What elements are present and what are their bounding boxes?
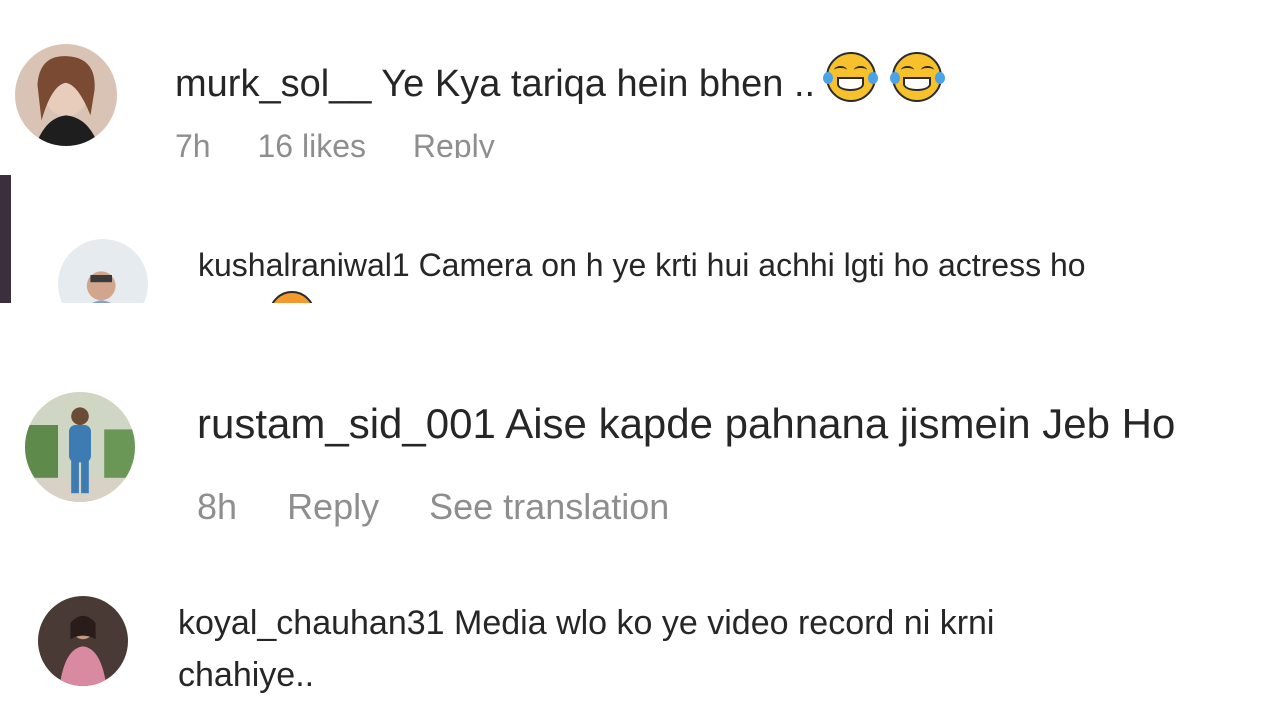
comment-text: Media wlo ko ye video record ni krni — [454, 604, 995, 642]
comment-koyal-chauhan: koyal_chauhan31 Media wlo ko ye video re… — [0, 590, 1280, 720]
comment-likes[interactable]: 16 likes — [257, 128, 366, 158]
comment-time: 7h — [175, 128, 211, 158]
comment-username[interactable]: rustam_sid_001 — [197, 400, 496, 447]
comments-collage: murk_sol__ Ye Kya tariqa hein bhen .. 7h… — [0, 0, 1280, 720]
tears-of-joy-icon — [823, 52, 879, 102]
see-translation-link[interactable]: See translation — [429, 486, 669, 528]
comment-kushalraniwal: kushalraniwal1 Camera on h ye krti hui a… — [11, 175, 1280, 303]
avatar[interactable] — [58, 239, 148, 303]
comment-text-continued: chahiye.. — [178, 656, 315, 694]
comment-line-1: koyal_chauhan31 Media wlo ko ye video re… — [178, 604, 994, 643]
comment-text: Ye Kya tariqa hein bhen .. — [381, 63, 816, 105]
comment-line-2: chahiye.. — [178, 656, 314, 695]
comment-rustam-sid: rustam_sid_001 Aise kapde pahnana jismei… — [0, 380, 1280, 540]
comment-username[interactable]: murk_sol__ — [175, 63, 371, 105]
avatar[interactable] — [25, 392, 135, 502]
comment-murk-sol: murk_sol__ Ye Kya tariqa hein bhen .. 7h… — [0, 0, 1280, 158]
comment-line: rustam_sid_001 Aise kapde pahnana jismei… — [197, 400, 1175, 448]
reply-button[interactable]: Reply — [287, 486, 379, 528]
comment-text: Camera on h ye krti hui achhi lgti ho ac… — [418, 247, 1086, 283]
comment-line: murk_sol__ Ye Kya tariqa hein bhen .. — [175, 52, 945, 106]
comment-text: Aise kapde pahnana jismein Jeb Ho — [505, 400, 1176, 447]
comment-time: 8h — [197, 486, 238, 527]
divider-accent — [0, 175, 11, 303]
comment-line: kushalraniwal1 Camera on h ye krti hui a… — [198, 247, 1086, 284]
avatar[interactable] — [15, 44, 117, 146]
comment-username[interactable]: kushalraniwal1 — [198, 247, 410, 283]
avatar[interactable] — [38, 596, 128, 686]
reply-button[interactable]: Reply — [413, 128, 495, 158]
comment-username[interactable]: koyal_chauhan31 — [178, 604, 445, 642]
comment-meta: 7h 16 likes Reply — [175, 128, 495, 158]
tears-of-joy-icon — [889, 52, 945, 102]
emoji-icon — [269, 291, 315, 303]
comment-meta: 8h Reply See translation — [197, 486, 669, 528]
